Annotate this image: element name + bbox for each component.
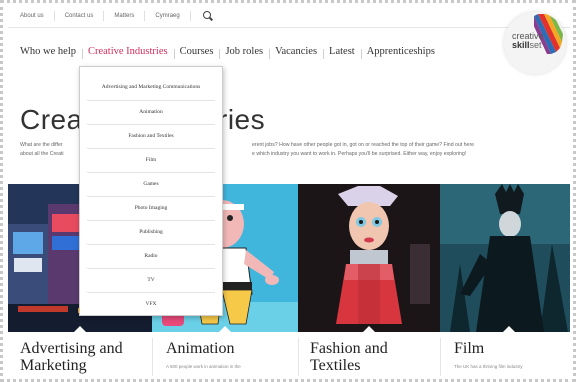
tile-sub-film: The UK has a thriving film industry <box>454 364 523 369</box>
intro-line-1a: What are the differ <box>20 142 63 148</box>
intro-line-2b: e which industry you want to work in. Pe… <box>252 151 467 157</box>
dropdown-item-advertising[interactable]: Advertising and Marketing Communications <box>87 75 215 101</box>
dropdown-item-radio[interactable]: Radio <box>87 245 215 269</box>
main-nav: Who we help Creative Industries Courses … <box>8 40 441 62</box>
page-title-part-2: ries <box>218 104 266 135</box>
dropdown-item-games[interactable]: Games <box>87 173 215 197</box>
intro-line-2a: about all the Creati <box>20 151 64 157</box>
utility-link-contact[interactable]: Contact us <box>55 10 105 21</box>
search-icon[interactable] <box>202 10 213 21</box>
tile-divider <box>440 338 441 376</box>
logo-text: creative skillset <box>512 32 562 50</box>
dropdown-item-vfx[interactable]: VFX <box>87 293 215 315</box>
tile-divider <box>298 338 299 376</box>
tile-label-animation[interactable]: Animation <box>166 340 234 357</box>
tile-divider <box>152 338 153 376</box>
creative-industries-dropdown: Advertising and Marketing Communications… <box>79 66 223 316</box>
dropdown-item-tv[interactable]: TV <box>87 269 215 293</box>
nav-item-vacancies[interactable]: Vacancies <box>269 46 323 59</box>
tile-film-image[interactable] <box>440 184 570 332</box>
tile-label-fashion[interactable]: Fashion and Textiles <box>310 340 430 374</box>
page-title-part-1: Crea <box>20 104 83 135</box>
dropdown-item-fashion[interactable]: Fashion and Textiles <box>87 125 215 149</box>
utility-link-about[interactable]: About us <box>14 10 55 21</box>
tile-label-film[interactable]: Film <box>454 340 484 357</box>
film-scene-image <box>440 184 570 332</box>
nav-item-apprenticeships[interactable]: Apprenticeships <box>360 46 441 59</box>
tile-labels: Advertising and Marketing Animation A 50… <box>8 332 570 378</box>
creative-skillset-logo[interactable]: creative skillset <box>504 12 566 74</box>
fashion-model-image <box>298 184 440 332</box>
utility-link-cymraeg[interactable]: Cymraeg <box>145 10 191 21</box>
dropdown-item-film[interactable]: Film <box>87 149 215 173</box>
tile-sub-animation: A 500 people work in animation in the <box>166 364 241 369</box>
utility-link-matters[interactable]: Matters <box>104 10 146 21</box>
nav-item-creative-industries[interactable]: Creative Industries <box>81 46 174 59</box>
tile-fashion-image[interactable] <box>298 184 440 332</box>
nav-item-courses[interactable]: Courses <box>173 46 220 59</box>
dropdown-item-animation[interactable]: Animation <box>87 101 215 125</box>
tile-label-advertising[interactable]: Advertising and Marketing <box>20 340 144 374</box>
utility-bar: About us Contact us Matters Cymraeg <box>8 4 570 28</box>
page: About us Contact us Matters Cymraeg Who … <box>8 4 570 378</box>
logo-word-skillset: skillset <box>512 40 542 50</box>
nav-item-who-we-help[interactable]: Who we help <box>8 46 82 57</box>
dropdown-item-photo-imaging[interactable]: Photo Imaging <box>87 197 215 221</box>
dropdown-item-publishing[interactable]: Publishing <box>87 221 215 245</box>
nav-item-latest[interactable]: Latest <box>323 46 361 59</box>
intro-line-1b: erent jobs? How have other people got in… <box>252 142 475 148</box>
nav-item-job-roles[interactable]: Job roles <box>219 46 269 59</box>
